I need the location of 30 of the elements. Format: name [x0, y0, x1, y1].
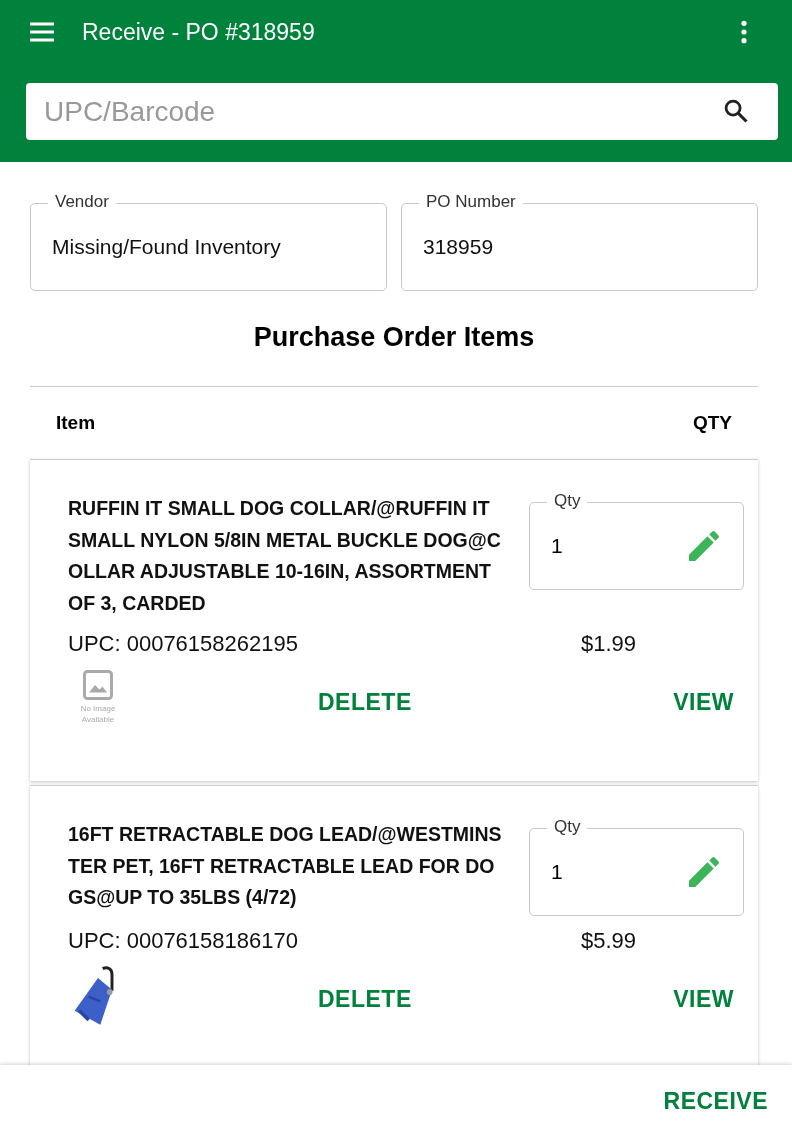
section-title: Purchase Order Items — [30, 321, 758, 387]
receive-button[interactable]: RECEIVE — [653, 1082, 778, 1121]
action-button[interactable]: DELETE — [308, 979, 422, 1019]
field-value: Missing/Found Inventory — [52, 235, 281, 259]
action-button[interactable]: DELETE — [308, 682, 422, 722]
action-button[interactable]: VIEW — [663, 979, 744, 1019]
action-button[interactable]: VIEW — [663, 682, 744, 722]
search-icon[interactable] — [722, 97, 750, 125]
field-label: Qty — [547, 817, 588, 837]
image-caption: No Image Available — [79, 703, 117, 725]
search-field[interactable]: UPC/Barcode — [26, 83, 778, 140]
item-name: RUFFIN IT SMALL DOG COLLAR/@RUFFIN IT SMALL NYLON 5/8IN METAL BUCKLE DOG@COLLAR ADJUSTABLE 10-16IN, ASSORTMENT OF 3, CARDED — [68, 496, 502, 616]
qty-field[interactable]: Qty 1 — [529, 491, 744, 590]
field-value: 1 — [551, 534, 564, 558]
column-header: QTY — [692, 412, 732, 434]
column-header: Item — [56, 412, 96, 434]
text-field[interactable]: Vendor Missing/Found Inventory — [30, 192, 387, 291]
price-text: $1.99 — [580, 631, 636, 657]
upc-text: UPC: 00076158186170 — [68, 928, 298, 954]
item-name: 16FT RETRACTABLE DOG LEAD/@WESTMINSTER PET, 16FT RETRACTABLE LEAD FOR DOGS@UP TO 35LBS (4/72) — [68, 822, 503, 910]
image-placeholder-icon — [80, 667, 116, 703]
upc-text: UPC: 00076158262195 — [68, 631, 298, 657]
qty-field[interactable]: Qty 1 — [529, 817, 744, 916]
app-title: Receive - PO #318959 — [82, 18, 316, 46]
text-field[interactable]: PO Number 318959 — [401, 192, 758, 291]
field-value: 318959 — [423, 235, 494, 259]
field-value: 1 — [551, 860, 564, 884]
price-text: $5.99 — [580, 928, 636, 954]
more-icon[interactable] — [740, 19, 748, 45]
field-label: Qty — [547, 491, 588, 511]
